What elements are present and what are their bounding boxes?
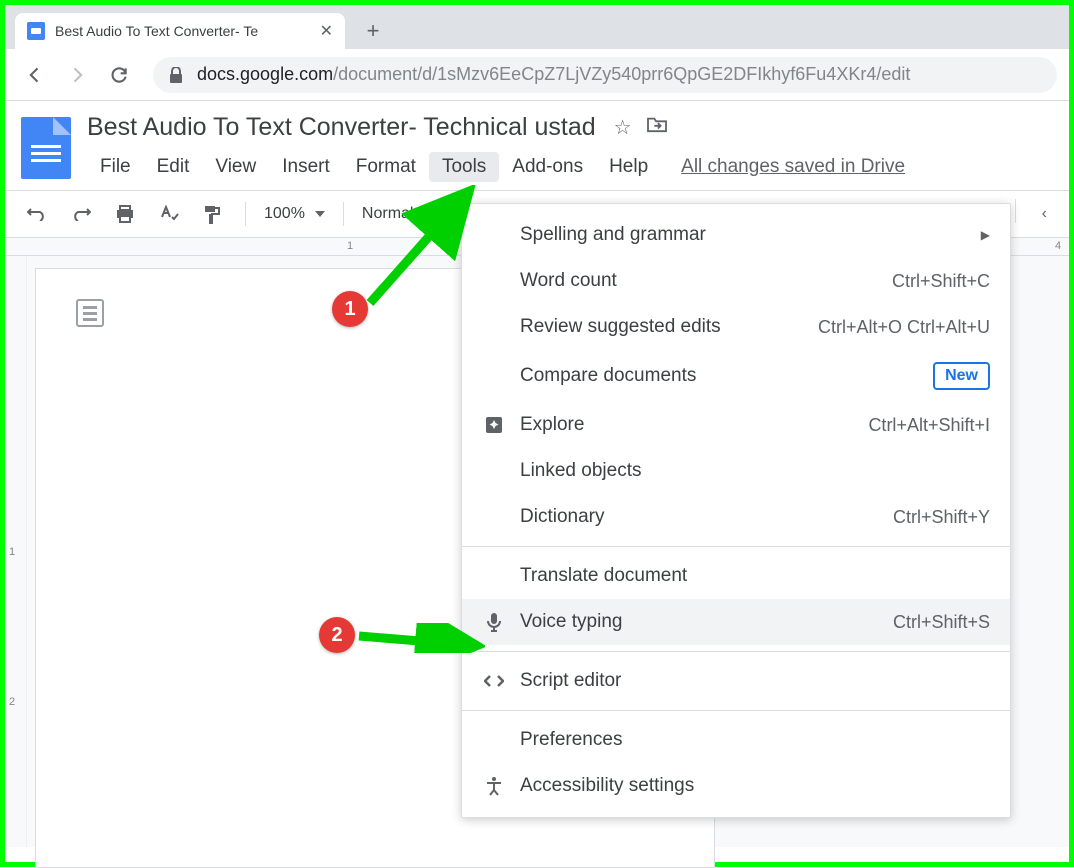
back-button[interactable] [17, 57, 53, 93]
menu-insert[interactable]: Insert [269, 152, 343, 182]
browser-tab-bar: Best Audio To Text Converter- Te ✕ + [5, 5, 1069, 49]
menu-word-count[interactable]: Word count Ctrl+Shift+C [462, 258, 1010, 304]
code-icon [482, 674, 506, 688]
explore-icon [482, 416, 506, 434]
style-select[interactable]: Normal [362, 205, 414, 223]
menu-preferences[interactable]: Preferences [462, 717, 1010, 763]
new-badge: New [933, 362, 990, 390]
star-icon[interactable]: ☆ [614, 115, 632, 140]
menu-script-editor[interactable]: Script editor [462, 658, 1010, 704]
menu-tools[interactable]: Tools [429, 152, 499, 182]
docs-logo-icon[interactable] [21, 117, 71, 179]
menu-dictionary[interactable]: Dictionary Ctrl+Shift+Y [462, 494, 1010, 540]
close-tab-icon[interactable]: ✕ [320, 21, 333, 41]
document-title[interactable]: Best Audio To Text Converter- Technical … [87, 113, 596, 142]
address-bar[interactable]: docs.google.com/document/d/1sMzv6EeCpZ7L… [153, 57, 1057, 93]
print-button[interactable] [109, 199, 141, 229]
docs-header: Best Audio To Text Converter- Technical … [5, 101, 1069, 182]
menu-translate-document[interactable]: Translate document [462, 553, 1010, 599]
outline-icon[interactable] [76, 299, 104, 327]
menu-addons[interactable]: Add-ons [499, 152, 596, 182]
zoom-select[interactable]: 100% [264, 205, 325, 223]
undo-button[interactable] [21, 201, 53, 227]
submenu-arrow-icon: ▶ [981, 228, 990, 242]
lock-icon [169, 67, 183, 83]
menu-review-suggested-edits[interactable]: Review suggested edits Ctrl+Alt+O Ctrl+A… [462, 304, 1010, 350]
save-status[interactable]: All changes saved in Drive [681, 156, 905, 178]
url-text: docs.google.com/document/d/1sMzv6EeCpZ7L… [197, 64, 910, 85]
menu-voice-typing[interactable]: Voice typing Ctrl+Shift+S [462, 599, 1010, 645]
forward-button[interactable] [59, 57, 95, 93]
menu-accessibility-settings[interactable]: Accessibility settings [462, 763, 1010, 809]
chevron-icon[interactable]: ‹ [1036, 199, 1053, 229]
menu-edit[interactable]: Edit [144, 152, 203, 182]
reload-button[interactable] [101, 57, 137, 93]
menu-compare-documents[interactable]: Compare documents New [462, 350, 1010, 402]
menu-view[interactable]: View [202, 152, 269, 182]
docs-favicon-icon [27, 22, 45, 40]
menu-bar: File Edit View Insert Format Tools Add-o… [87, 152, 1053, 182]
microphone-icon [482, 612, 506, 632]
menu-help[interactable]: Help [596, 152, 661, 182]
move-folder-icon[interactable] [646, 115, 668, 140]
menu-separator [462, 651, 1010, 652]
menu-format[interactable]: Format [343, 152, 429, 182]
menu-file[interactable]: File [87, 152, 144, 182]
ruler-mark: 1 [347, 240, 353, 252]
menu-explore[interactable]: Explore Ctrl+Alt+Shift+I [462, 402, 1010, 448]
menu-spelling-grammar[interactable]: Spelling and grammar ▶ [462, 212, 1010, 258]
vertical-ruler: 1 2 [5, 256, 27, 847]
new-tab-button[interactable]: + [357, 15, 389, 47]
browser-nav-bar: docs.google.com/document/d/1sMzv6EeCpZ7L… [5, 49, 1069, 101]
annotation-badge-2: 2 [319, 617, 355, 653]
paint-format-button[interactable] [197, 198, 227, 230]
redo-button[interactable] [65, 201, 97, 227]
annotation-badge-1: 1 [332, 291, 368, 327]
tools-dropdown: Spelling and grammar ▶ Word count Ctrl+S… [461, 203, 1011, 818]
menu-separator [462, 546, 1010, 547]
browser-tab[interactable]: Best Audio To Text Converter- Te ✕ [15, 13, 345, 49]
menu-separator [462, 710, 1010, 711]
tab-title: Best Audio To Text Converter- Te [55, 23, 310, 39]
accessibility-icon [482, 776, 506, 796]
spellcheck-button[interactable] [153, 199, 185, 229]
ruler-mark: 4 [1055, 240, 1061, 252]
menu-linked-objects[interactable]: Linked objects [462, 448, 1010, 494]
